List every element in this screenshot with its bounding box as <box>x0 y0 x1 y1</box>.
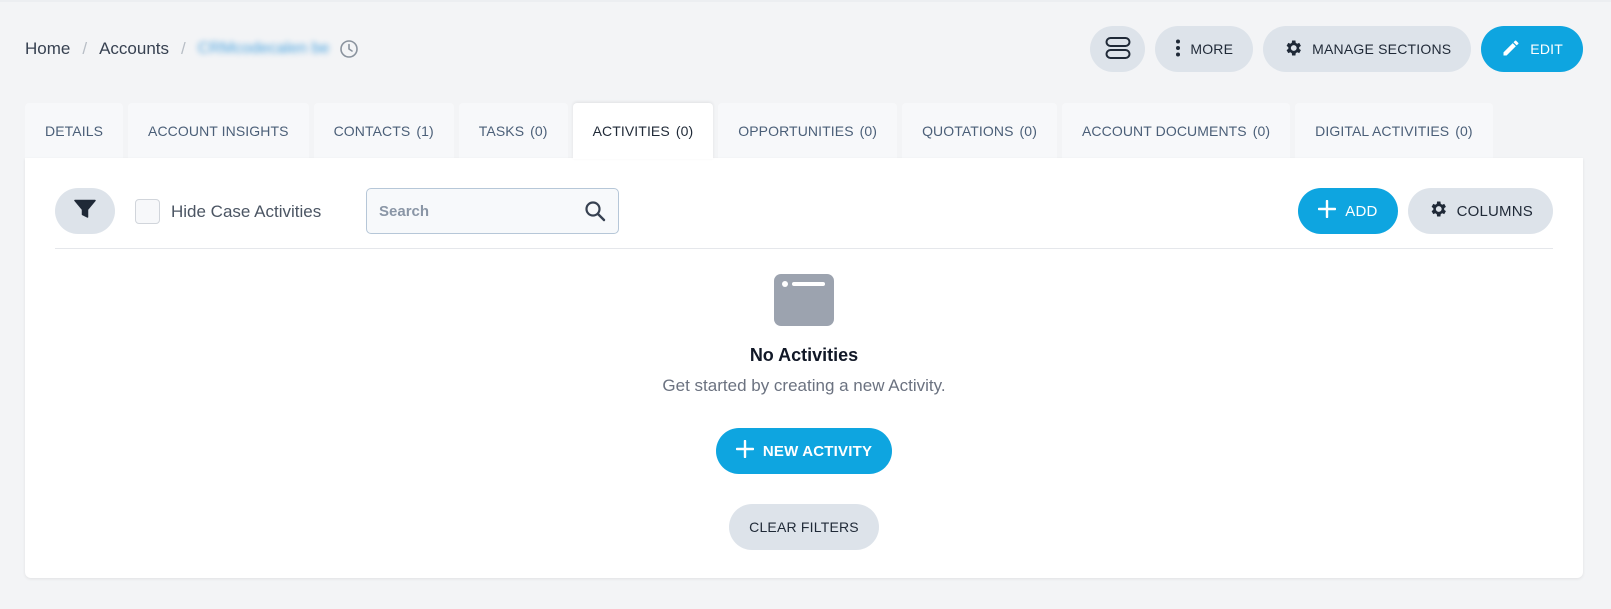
top-border <box>0 0 1611 2</box>
tab-label: CONTACTS <box>333 122 411 139</box>
columns-button[interactable]: COLUMNS <box>1407 188 1553 234</box>
vertical-dots-icon <box>1175 39 1181 60</box>
tab-label: DETAILS <box>45 122 104 139</box>
tab-count: (1) <box>416 122 434 139</box>
empty-state: No Activities Get started by creating a … <box>25 273 1583 550</box>
manage-sections-button[interactable]: MANAGE SECTIONS <box>1263 26 1472 72</box>
tab-label: ACCOUNT DOCUMENTS <box>1081 122 1247 139</box>
edit-label: EDIT <box>1530 41 1563 57</box>
search-icon[interactable] <box>584 200 606 222</box>
tab-count: (0) <box>675 123 694 139</box>
edit-button[interactable]: EDIT <box>1481 26 1583 72</box>
gear-icon <box>1428 199 1448 223</box>
tab-count: (0) <box>1455 122 1473 139</box>
search-box <box>366 188 619 234</box>
toolbar-actions: ADD COLUMNS <box>1298 188 1553 234</box>
breadcrumb-home[interactable]: Home <box>25 39 70 59</box>
tab-opportunities[interactable]: OPPORTUNITIES (0) <box>718 103 898 158</box>
plus-icon <box>735 439 755 462</box>
history-icon[interactable] <box>339 39 359 59</box>
tab-label: ACCOUNT INSIGHTS <box>148 122 289 139</box>
layout-toggle-icon <box>1105 36 1131 63</box>
tab-label: DIGITAL ACTIVITIES <box>1315 122 1450 139</box>
add-label: ADD <box>1345 202 1378 220</box>
breadcrumb-accounts[interactable]: Accounts <box>99 39 169 59</box>
tab-count: (0) <box>859 122 878 139</box>
tab-account-insights[interactable]: ACCOUNT INSIGHTS <box>128 103 309 158</box>
breadcrumb-separator: / <box>181 39 186 58</box>
gear-icon <box>1283 38 1303 61</box>
activities-panel: Hide Case Activities ADD COLUMNS <box>25 158 1583 578</box>
tab-label: QUOTATIONS <box>922 122 1014 139</box>
tab-tasks[interactable]: TASKS (0) <box>458 103 568 158</box>
tab-count: (0) <box>1252 122 1271 139</box>
tab-quotations[interactable]: QUOTATIONS (0) <box>902 103 1057 158</box>
activities-toolbar: Hide Case Activities ADD COLUMNS <box>55 188 1553 234</box>
tab-digital-activities[interactable]: DIGITAL ACTIVITIES (0) <box>1295 103 1493 158</box>
tab-count: (0) <box>530 122 548 139</box>
plus-icon <box>1318 199 1337 222</box>
tab-label: TASKS <box>478 122 525 139</box>
more-label: MORE <box>1190 41 1234 57</box>
filter-icon <box>74 199 96 224</box>
tab-activities[interactable]: ACTIVITIES (0) <box>572 103 714 159</box>
search-input[interactable] <box>379 202 584 220</box>
more-button[interactable]: MORE <box>1155 26 1254 72</box>
breadcrumb: Home / Accounts / CRMcodecalen be <box>25 36 359 62</box>
tab-count: (0) <box>1019 122 1037 139</box>
breadcrumb-separator: / <box>82 39 88 58</box>
manage-sections-label: MANAGE SECTIONS <box>1312 41 1452 57</box>
tab-account-documents[interactable]: ACCOUNT DOCUMENTS (0) <box>1061 103 1291 158</box>
header-actions: MORE MANAGE SECTIONS EDIT <box>1090 26 1583 72</box>
hide-case-activities-toggle[interactable]: Hide Case Activities <box>135 199 321 224</box>
clear-filters-label: CLEAR FILTERS <box>749 519 859 535</box>
tab-label: ACTIVITIES <box>592 123 670 139</box>
toolbar-divider <box>55 248 1553 249</box>
hide-case-activities-checkbox[interactable] <box>135 199 160 224</box>
layout-toggle-button[interactable] <box>1090 26 1146 72</box>
empty-state-title: No Activities <box>749 345 859 365</box>
empty-window-icon <box>773 273 835 327</box>
tab-bar: DETAILS ACCOUNT INSIGHTS CONTACTS (1) TAS… <box>25 103 1493 159</box>
hide-case-activities-label: Hide Case Activities <box>171 201 322 221</box>
tab-contacts[interactable]: CONTACTS (1) <box>313 103 454 158</box>
tab-label: OPPORTUNITIES <box>738 122 854 139</box>
breadcrumb-record[interactable]: CRMcodecalen be <box>198 40 330 58</box>
tab-details[interactable]: DETAILS <box>25 103 124 158</box>
pencil-icon <box>1501 38 1521 61</box>
empty-state-subtitle: Get started by creating a new Activity. <box>662 376 946 395</box>
clear-filters-button[interactable]: CLEAR FILTERS <box>729 504 879 550</box>
columns-label: COLUMNS <box>1456 202 1533 220</box>
add-button[interactable]: ADD <box>1298 188 1398 234</box>
new-activity-label: NEW ACTIVITY <box>762 442 873 460</box>
filter-button[interactable] <box>55 188 115 234</box>
new-activity-button[interactable]: NEW ACTIVITY <box>715 428 893 474</box>
